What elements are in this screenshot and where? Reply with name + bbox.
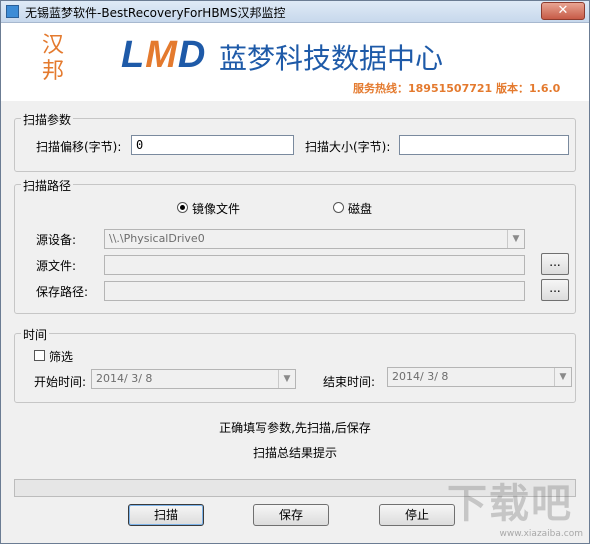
time-legend: 时间 — [21, 326, 50, 343]
logo-letter-m: M — [145, 34, 178, 76]
logo-letter-l: L — [121, 34, 146, 76]
browse-save-path-button[interactable]: ... — [541, 279, 569, 301]
watermark-url: www.xiazaiba.com — [499, 529, 583, 539]
scan-button[interactable]: 扫描 — [128, 504, 204, 526]
scan-path-legend: 扫描路径 — [21, 177, 74, 194]
instruction-text: 正确填写参数,先扫描,后保存 — [219, 421, 371, 435]
disk-radio[interactable] — [333, 202, 344, 213]
source-device-label: 源设备: — [36, 233, 77, 247]
image-file-radio-label[interactable]: 镜像文件 — [192, 200, 240, 217]
source-file-label: 源文件: — [36, 259, 77, 273]
scan-offset-input[interactable]: 0 — [131, 135, 294, 155]
close-icon: ✕ — [557, 3, 569, 18]
window-title: 无锡蓝梦软件-BestRecoveryForHBMS汉邦监控 — [25, 6, 286, 20]
lmd-logo: LMD — [121, 34, 206, 77]
save-button[interactable]: 保存 — [253, 504, 329, 526]
filter-checkbox[interactable] — [34, 350, 45, 361]
scan-offset-label: 扫描偏移(字节): — [36, 140, 122, 154]
end-time-label: 结束时间: — [323, 375, 376, 389]
company-name: 蓝梦科技数据中心 — [219, 42, 444, 75]
image-file-radio[interactable] — [177, 202, 188, 213]
title-bar[interactable]: 无锡蓝梦软件-BestRecoveryForHBMS汉邦监控 ✕ — [1, 1, 589, 23]
xiazaiba-watermark: 下载吧 www.xiazaiba.com — [447, 471, 587, 541]
filter-checkbox-label[interactable]: 筛选 — [49, 348, 73, 365]
source-device-select[interactable]: \\.\PhysicalDrive0 ▼ — [104, 229, 525, 249]
browse-source-file-button[interactable]: ... — [541, 253, 569, 275]
scan-size-label: 扫描大小(字节): — [305, 140, 391, 154]
scan-params-legend: 扫描参数 — [21, 111, 74, 128]
brand-header: 汉邦 LMD 蓝梦科技数据中心 服务热线：18951507721 版本：1.6.… — [1, 23, 589, 101]
save-path-label: 保存路径: — [36, 285, 89, 299]
end-time-picker[interactable]: 2014/ 3/ 8 ▼ — [387, 367, 572, 387]
start-time-value: 2014/ 3/ 8 — [96, 372, 153, 385]
source-device-value: \\.\PhysicalDrive0 — [109, 232, 205, 245]
scan-size-input[interactable] — [399, 135, 569, 155]
source-file-input[interactable] — [104, 255, 525, 275]
app-icon — [6, 5, 19, 18]
end-time-value: 2014/ 3/ 8 — [392, 370, 449, 383]
logo-letter-d: D — [177, 34, 207, 76]
hanbang-logo: 汉邦 — [41, 33, 64, 84]
close-button[interactable]: ✕ — [541, 2, 585, 20]
start-time-picker[interactable]: 2014/ 3/ 8 ▼ — [91, 369, 296, 389]
hotline-version: 服务热线：18951507721 版本：1.6.0 — [353, 82, 561, 95]
disk-radio-label[interactable]: 磁盘 — [348, 200, 372, 217]
stop-button[interactable]: 停止 — [379, 504, 455, 526]
start-time-label: 开始时间: — [34, 375, 87, 389]
watermark-text: 下载吧 — [447, 481, 573, 527]
chevron-down-icon[interactable]: ▼ — [554, 368, 571, 386]
app-window: 无锡蓝梦软件-BestRecoveryForHBMS汉邦监控 ✕ 汉邦 LMD … — [0, 0, 590, 544]
result-hint-text: 扫描总结果提示 — [252, 446, 337, 460]
chevron-down-icon[interactable]: ▼ — [507, 230, 524, 248]
save-path-input[interactable] — [104, 281, 525, 301]
chevron-down-icon[interactable]: ▼ — [278, 370, 295, 388]
